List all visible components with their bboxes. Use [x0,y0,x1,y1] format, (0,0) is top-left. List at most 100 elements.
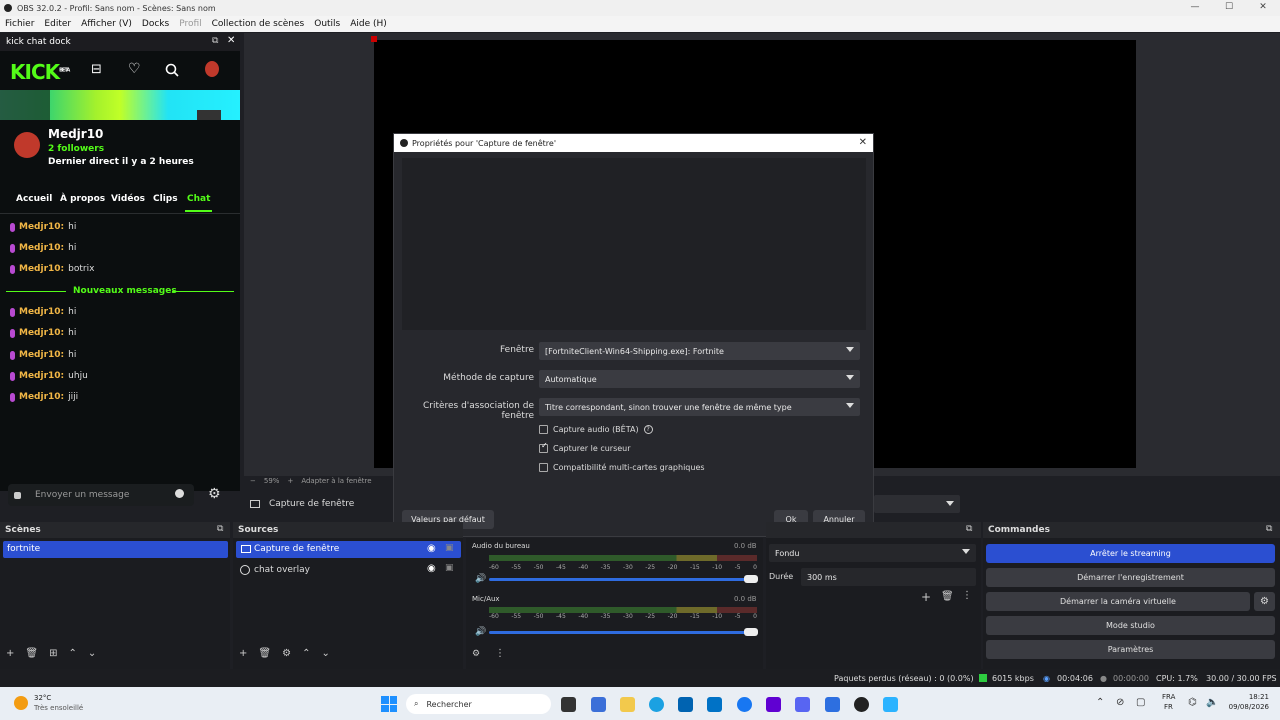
fit-label[interactable]: Adapter à la fenêtre [301,477,371,485]
tab-videos[interactable]: Vidéos [111,194,145,204]
weather-desc[interactable]: Très ensoleillé [34,704,83,712]
tab-clips[interactable]: Clips [153,194,178,204]
library-icon[interactable]: ⊟ [91,62,102,77]
tray-icon[interactable]: ⊘ [1116,697,1124,708]
tab-apropos[interactable]: À propos [60,194,105,204]
menu-editer[interactable]: Editer [44,19,71,29]
source-item-chat-overlay[interactable]: chat overlay [254,565,310,575]
filter-icon[interactable]: ⊞ [49,648,57,659]
obs-taskbar-icon[interactable] [854,697,869,712]
app-icon[interactable] [591,697,606,712]
chevron-up-icon[interactable]: ⌃ [302,648,310,659]
chat-input[interactable]: Envoyer un message [8,484,194,506]
canvas-handle[interactable] [371,36,377,42]
store-icon[interactable] [678,697,693,712]
volume-icon[interactable]: 🔈 [1206,697,1218,708]
tab-chat[interactable]: Chat [187,194,210,204]
add-icon[interactable]: + [239,648,247,659]
windows-start-icon[interactable] [381,696,397,712]
dialog-close-icon[interactable]: ✕ [859,137,867,148]
facebook-icon[interactable] [737,697,752,712]
lang-1[interactable]: FRA [1162,693,1175,701]
menu-outils[interactable]: Outils [314,19,340,29]
menu-aide[interactable]: Aide (H) [350,19,387,29]
weather-temp[interactable]: 32°C [34,694,51,702]
app-icon[interactable] [883,697,898,712]
mixer-settings-icon[interactable]: ⚙ [472,649,480,659]
search-icon[interactable] [165,63,179,77]
add-icon[interactable]: + [921,590,931,604]
edge-icon[interactable] [649,697,664,712]
criteres-select[interactable]: Titre correspondant, sinon trouver une f… [539,398,860,416]
menu-profil[interactable]: Profil [179,19,201,29]
volume-slider-handle[interactable] [744,575,758,583]
task-view-icon[interactable] [561,697,576,712]
clock-time[interactable]: 18:21 [1221,693,1269,701]
gear-icon[interactable]: ⚙ [282,648,291,659]
source-toolbar-select[interactable] [874,495,960,513]
speaker-icon[interactable]: 🔊 [475,574,486,584]
kick-logo[interactable]: KICKBETA [10,60,70,84]
speaker-icon[interactable]: 🔊 [475,627,486,637]
mixer-menu-icon[interactable]: ⋮ [495,648,505,659]
dock-close-icon[interactable]: ✕ [227,35,235,46]
stop-streaming-button[interactable]: Arrêter le streaming [986,544,1275,563]
help-icon[interactable]: ? [643,425,653,434]
multi-gpu-checkbox[interactable]: Compatibilité multi-cartes graphiques [539,463,705,472]
add-icon[interactable]: + [6,648,14,659]
virtual-camera-settings-icon[interactable]: ⚙ [1254,592,1275,611]
eye-icon[interactable]: ◉ [427,563,436,574]
settings-button[interactable]: Paramètres [986,640,1275,659]
app-icon[interactable] [795,697,810,712]
tab-accueil[interactable]: Accueil [16,194,52,204]
volume-slider-handle[interactable] [744,628,758,636]
taskbar-search[interactable]: ⌕ Rechercher [406,694,551,714]
panel-float-icon[interactable]: ⧉ [217,524,223,534]
banner-edit-icon[interactable] [197,110,221,120]
zoom-minus-icon[interactable]: − [250,477,256,485]
transition-menu-icon[interactable]: ⋮ [962,590,972,601]
trash-icon[interactable]: 🗑 [25,648,38,659]
heart-icon[interactable]: ♡ [128,61,141,77]
yahoo-icon[interactable] [766,697,781,712]
methode-select[interactable]: Automatique [539,370,860,388]
chevron-down-icon[interactable]: ⌄ [88,648,96,659]
duration-input[interactable]: 300 ms [801,568,976,586]
minimize-icon[interactable]: — [1178,0,1212,16]
menu-fichier[interactable]: Fichier [5,19,34,29]
zoom-plus-icon[interactable]: + [287,477,293,485]
trash-icon[interactable]: 🗑 [258,648,271,659]
app-icon[interactable] [825,697,840,712]
capture-audio-checkbox[interactable]: Capture audio (BÊTA)? [539,425,653,434]
trash-icon[interactable]: 🗑 [941,591,954,602]
file-explorer-icon[interactable] [620,697,635,712]
chevron-down-icon[interactable]: ⌄ [321,648,329,659]
lang-2[interactable]: FR [1164,703,1173,711]
maximize-icon[interactable]: ☐ [1212,0,1246,16]
panel-float-icon[interactable]: ⧉ [1266,524,1272,534]
outlook-icon[interactable] [707,697,722,712]
transition-select[interactable]: Fondu [769,544,976,562]
zoom-level[interactable]: 59% [264,477,280,485]
start-recording-button[interactable]: Démarrer l'enregistrement [986,568,1275,587]
panel-float-icon[interactable]: ⧉ [966,524,972,534]
weather-sun-icon[interactable] [14,696,28,710]
clock-date[interactable]: 09/08/2026 [1221,703,1269,711]
scene-item-fortnite[interactable]: fortnite [3,541,228,558]
user-avatar-icon[interactable] [205,61,219,77]
studio-mode-button[interactable]: Mode studio [986,616,1275,635]
emoji-icon[interactable] [175,489,184,498]
fenetre-select[interactable]: [FortniteClient-Win64-Shipping.exe]: For… [539,342,860,360]
tray-chevron-icon[interactable]: ⌃ [1096,697,1104,708]
close-icon[interactable]: ✕ [1246,0,1280,16]
volume-slider[interactable] [489,578,753,581]
virtual-camera-button[interactable]: Démarrer la caméra virtuelle [986,592,1250,611]
volume-slider[interactable] [489,631,753,634]
tray-icon[interactable]: ▢ [1136,697,1145,708]
chevron-up-icon[interactable]: ⌃ [68,648,76,659]
menu-collection[interactable]: Collection de scènes [212,19,305,29]
emote-icon[interactable] [14,491,21,499]
eye-icon[interactable]: ◉ [427,543,436,554]
menu-docks[interactable]: Docks [142,19,169,29]
network-icon[interactable]: ⌬ [1188,697,1197,708]
